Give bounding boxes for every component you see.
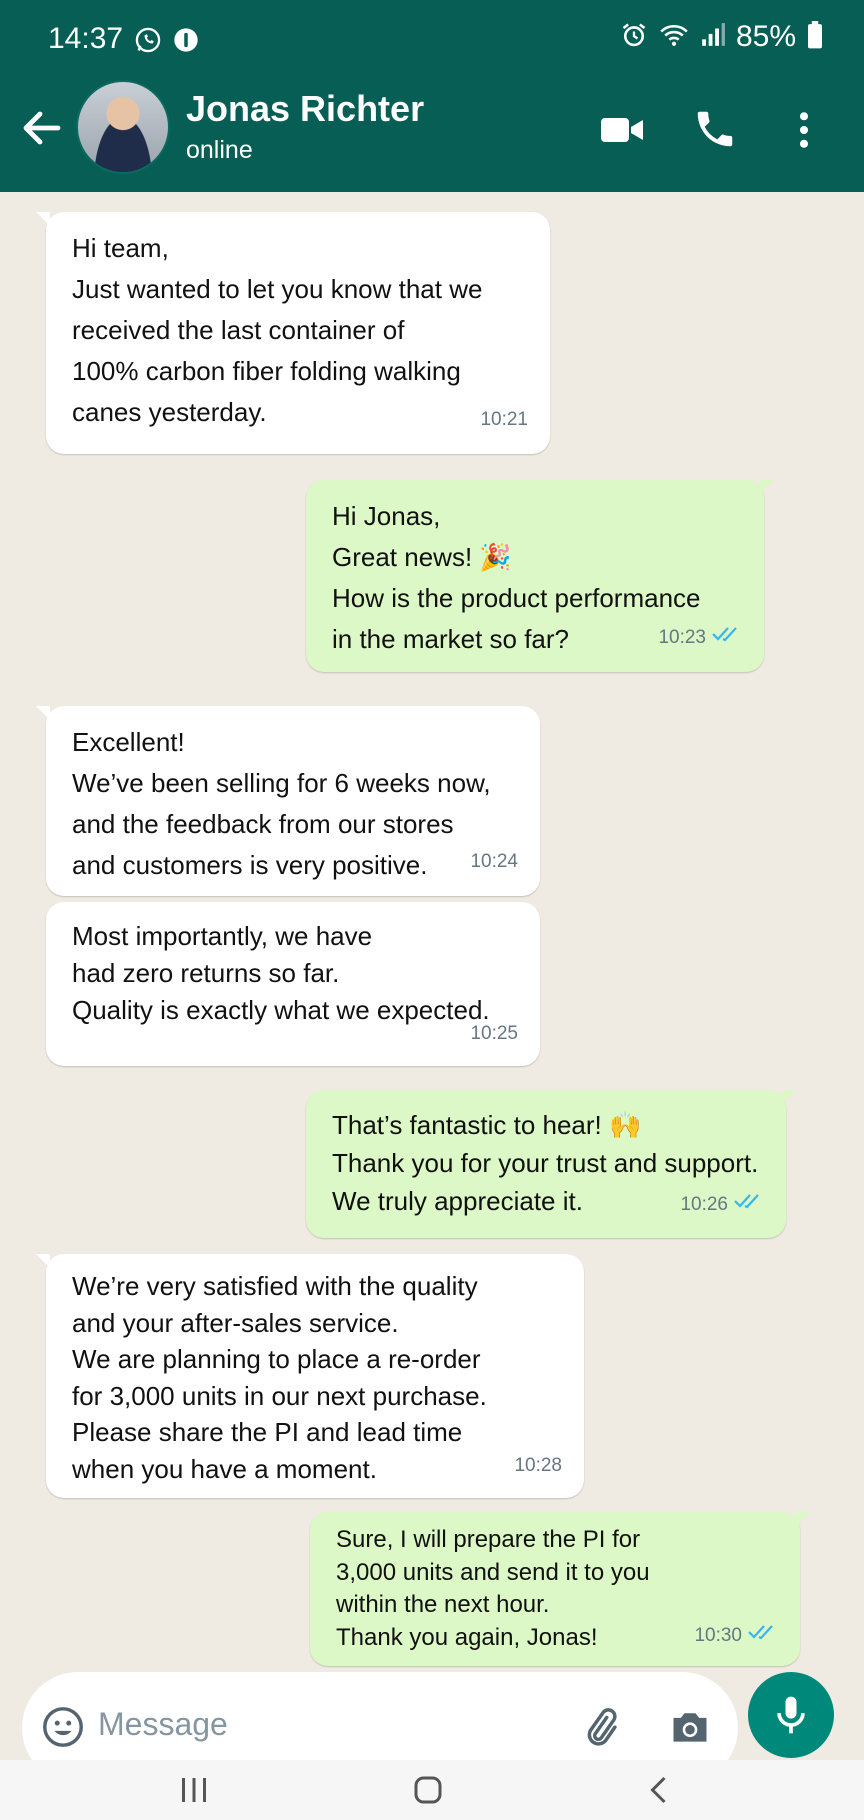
message-bubble-incoming[interactable]: Hi team, Just wanted to let you know tha… — [36, 212, 550, 454]
phone-call-icon[interactable] — [692, 106, 738, 157]
voice-message-button[interactable] — [748, 1672, 834, 1758]
message-text: Excellent! We’ve been selling for 6 week… — [72, 727, 491, 880]
more-options-icon[interactable] — [782, 106, 826, 159]
message-bubble-outgoing[interactable]: That’s fantastic to hear! 🙌 Thank you fo… — [306, 1090, 796, 1238]
system-navigation-bar — [0, 1760, 864, 1820]
message-bubble-outgoing[interactable]: Sure, I will prepare the PI for 3,000 un… — [310, 1512, 810, 1666]
message-bubble-incoming[interactable]: Most importantly, we have had zero retur… — [46, 902, 540, 1066]
chat-header: Jonas Richter online — [0, 80, 864, 192]
message-text: We’re very satisfied with the quality an… — [72, 1271, 487, 1484]
message-time: 10:28 — [514, 1454, 562, 1476]
alarm-icon — [620, 21, 648, 54]
camera-icon[interactable] — [668, 1704, 712, 1755]
status-time: 14:37 — [48, 22, 124, 55]
microphone-icon — [769, 1693, 813, 1742]
avatar[interactable] — [76, 80, 170, 174]
message-input[interactable]: Message — [98, 1706, 228, 1743]
message-time: 10:26 — [680, 1194, 728, 1215]
attach-icon[interactable] — [578, 1704, 622, 1755]
recent-apps-icon[interactable] — [176, 1772, 212, 1813]
message-time: 10:23 — [658, 627, 706, 648]
message-bubble-incoming[interactable]: Excellent! We’ve been selling for 6 week… — [36, 706, 540, 896]
info-notification-icon — [172, 26, 200, 59]
message-bubble-incoming[interactable]: We’re very satisfied with the quality an… — [36, 1254, 584, 1498]
home-icon[interactable] — [410, 1772, 446, 1813]
status-bar: 14:37 85% — [0, 0, 864, 80]
message-time: 10:24 — [470, 851, 518, 872]
message-text: Hi team, Just wanted to let you know tha… — [72, 233, 483, 427]
message-time: 10:25 — [470, 1023, 518, 1044]
read-ticks-icon — [712, 617, 742, 658]
chat-area[interactable]: Hi team, Just wanted to let you know tha… — [0, 192, 864, 1672]
video-call-icon[interactable] — [598, 106, 646, 159]
whatsapp-notification-icon — [134, 26, 162, 59]
system-back-icon[interactable] — [642, 1772, 678, 1813]
message-bubble-outgoing[interactable]: Hi Jonas, Great news! 🎉 How is the produ… — [306, 480, 774, 672]
battery-level: 85% — [735, 20, 796, 53]
back-arrow-icon[interactable] — [18, 104, 66, 152]
message-text: Most importantly, we have had zero retur… — [72, 921, 490, 1025]
read-ticks-icon — [748, 1620, 778, 1653]
contact-status: online — [186, 136, 253, 164]
message-time: 10:30 — [694, 1624, 742, 1646]
wifi-icon — [658, 21, 690, 54]
emoji-icon[interactable] — [40, 1704, 86, 1755]
contact-name[interactable]: Jonas Richter — [186, 88, 424, 130]
battery-icon — [806, 20, 824, 54]
signal-icon — [700, 22, 726, 53]
message-time: 10:21 — [480, 409, 528, 430]
read-ticks-icon — [734, 1186, 764, 1224]
